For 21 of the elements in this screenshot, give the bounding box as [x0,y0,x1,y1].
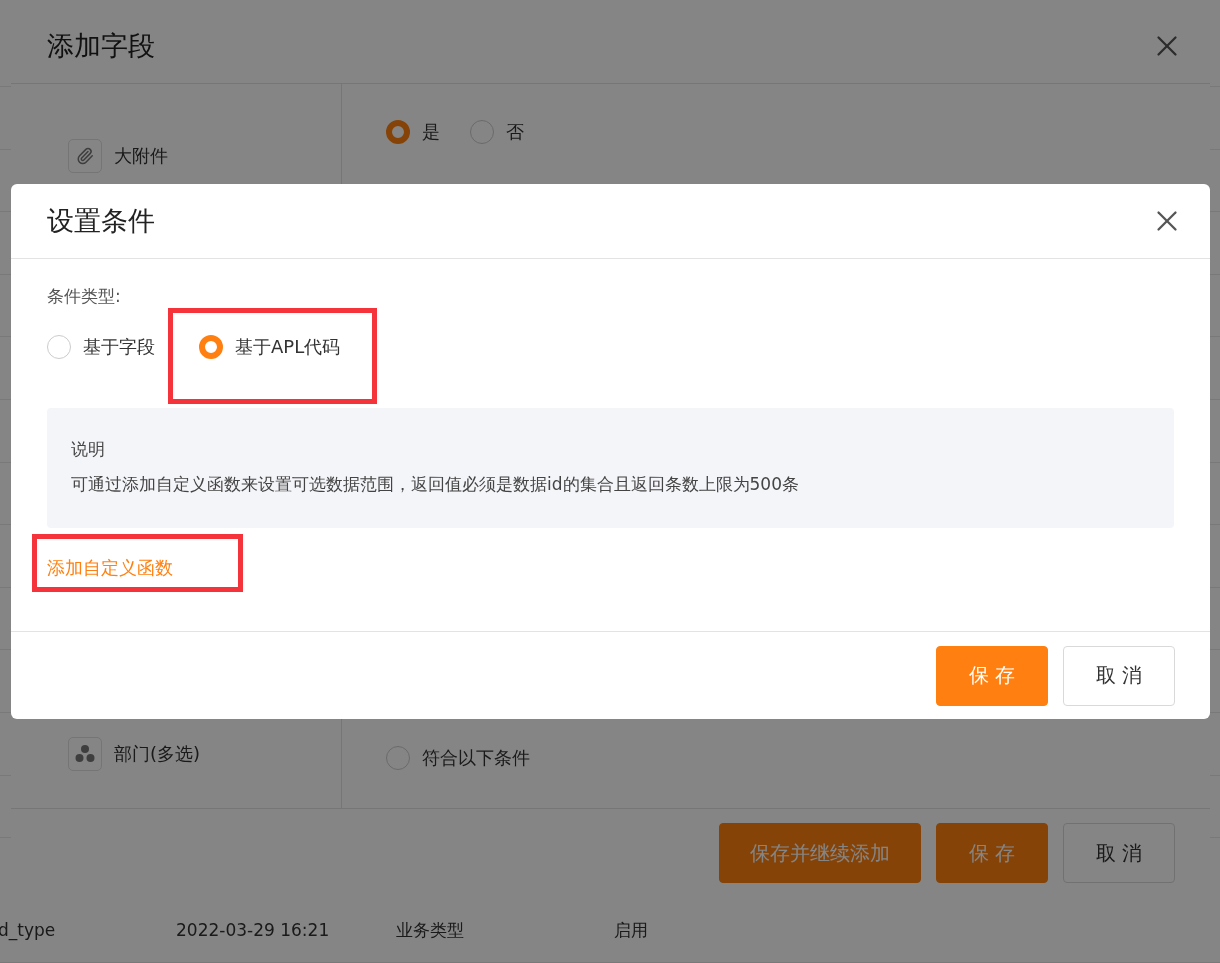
department-icon [68,737,102,771]
radio-option[interactable]: 是 [386,120,440,144]
cancel-button[interactable]: 取 消 [1063,823,1175,883]
radio-option[interactable]: 否 [470,120,524,144]
cancel-button[interactable]: 取 消 [1063,645,1175,706]
table-cell-text: 业务类型 [396,918,465,942]
field-type-item[interactable]: 大附件 [114,144,168,168]
add-function-link[interactable]: 添加自定义函数 [47,557,173,578]
note-text: 可通过添加自定义函数来设置可选数据范围，返回值必须是数据id的集合且返回条数上限为500条 [71,473,799,496]
dialog-title: 添加字段 [47,28,155,63]
radio-option[interactable]: 基于字段 [47,335,155,359]
dialog-title: 设置条件 [47,204,155,238]
table-cell-text: 启用 [614,918,649,942]
radio-option[interactable]: 基于APL代码 [199,335,341,359]
note-title: 说明 [71,438,105,461]
save-button[interactable]: 保 存 [936,645,1048,706]
radio-option[interactable]: 符合以下条件 [386,746,530,770]
field-label: 条件类型: [47,285,121,308]
field-type-item[interactable]: 部门(多选) [114,742,201,766]
table-cell-text: 2022-03-29 16:21 [176,920,331,941]
paperclip-icon [68,139,102,173]
